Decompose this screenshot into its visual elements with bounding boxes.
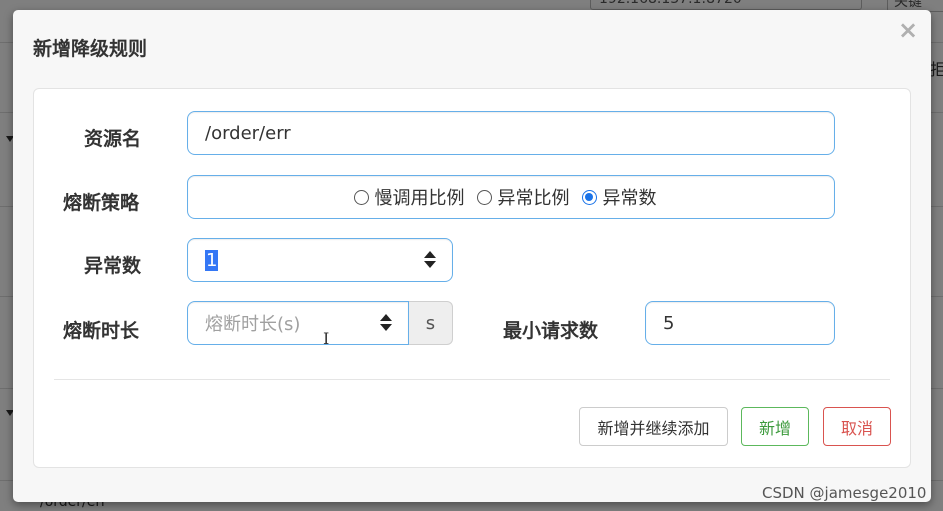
duration-input[interactable]: 熔断时长(s) bbox=[187, 301, 409, 345]
degrade-rule-dialog: 新增降级规则 × 资源名 /order/err 熔断策略 慢调用比例 异常比例 bbox=[13, 10, 931, 502]
resource-label: 资源名 bbox=[84, 128, 142, 150]
strategy-option-label: 异常数 bbox=[602, 188, 657, 209]
strategy-group: 慢调用比例 异常比例 异常数 bbox=[187, 175, 835, 219]
resource-input[interactable]: /order/err bbox=[187, 111, 835, 155]
strategy-option-label: 异常比例 bbox=[497, 188, 570, 209]
dialog-title: 新增降级规则 bbox=[33, 38, 148, 60]
radio-unchecked-icon[interactable] bbox=[353, 189, 369, 205]
footer-divider bbox=[54, 379, 890, 380]
min-request-label: 最小请求数 bbox=[503, 320, 599, 342]
number-spinner-icon[interactable] bbox=[380, 314, 392, 332]
add-and-continue-button[interactable]: 新增并继续添加 bbox=[579, 407, 728, 446]
duration-unit: s bbox=[409, 301, 453, 345]
exception-count-value: 1 bbox=[205, 249, 219, 271]
strategy-option-exception-ratio[interactable]: 异常比例 bbox=[476, 184, 570, 210]
exception-count-input[interactable]: 1 bbox=[187, 238, 453, 282]
strategy-option-slow-ratio[interactable]: 慢调用比例 bbox=[353, 184, 465, 210]
min-request-value: 5 bbox=[663, 312, 675, 334]
strategy-radio-row: 慢调用比例 异常比例 异常数 bbox=[353, 184, 669, 210]
text-cursor-icon: I bbox=[323, 329, 330, 348]
strategy-label: 熔断策略 bbox=[63, 192, 140, 214]
duration-placeholder: 熔断时长(s) bbox=[205, 314, 301, 335]
strategy-option-label: 慢调用比例 bbox=[374, 188, 465, 209]
close-icon[interactable]: × bbox=[898, 18, 918, 42]
number-spinner-icon[interactable] bbox=[424, 251, 436, 269]
radio-checked-icon[interactable] bbox=[581, 189, 597, 205]
duration-label: 熔断时长 bbox=[63, 320, 140, 342]
cancel-button[interactable]: 取消 bbox=[823, 407, 891, 446]
add-button[interactable]: 新增 bbox=[741, 407, 809, 446]
exception-count-label: 异常数 bbox=[84, 255, 142, 277]
dialog-body: 资源名 /order/err 熔断策略 慢调用比例 异常比例 异常数 异常数 1… bbox=[33, 88, 911, 468]
watermark: CSDN @jamesge2010 bbox=[762, 484, 927, 502]
resource-value: /order/err bbox=[205, 122, 291, 144]
radio-unchecked-icon[interactable] bbox=[476, 189, 492, 205]
strategy-option-exception-count[interactable]: 异常数 bbox=[581, 184, 657, 210]
min-request-input[interactable]: 5 bbox=[645, 301, 835, 345]
